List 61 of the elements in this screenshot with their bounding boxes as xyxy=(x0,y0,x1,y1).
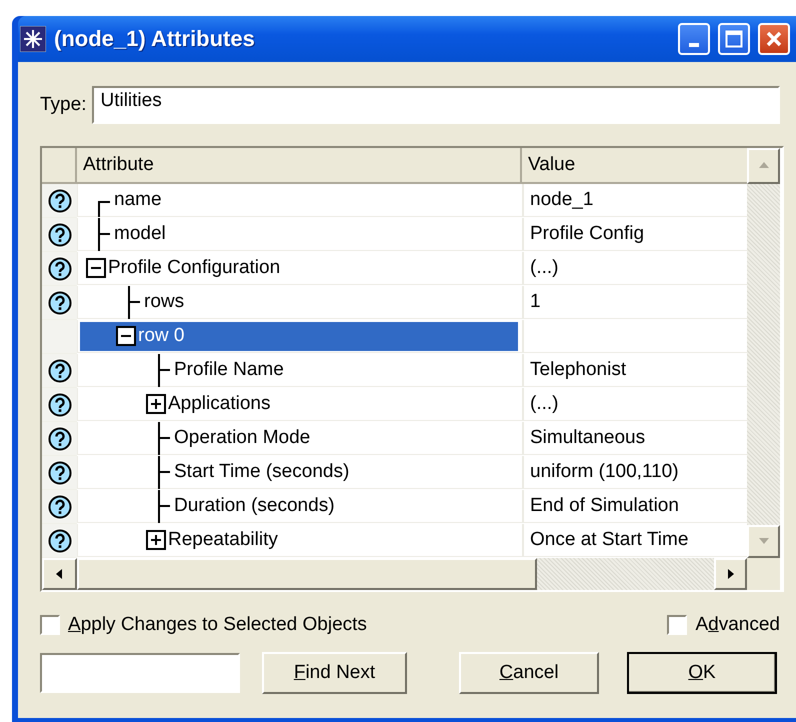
help-icon[interactable] xyxy=(48,426,72,450)
help-icon[interactable] xyxy=(48,188,72,212)
help-icon[interactable] xyxy=(48,528,72,552)
attribute-name: row 0 xyxy=(138,325,184,347)
attribute-name: Profile Configuration xyxy=(108,257,280,279)
help-icon[interactable] xyxy=(48,392,72,416)
checkbox[interactable]: Apply Changes to Selected Objects xyxy=(40,614,367,636)
help-icon[interactable] xyxy=(48,256,72,280)
attribute-name: rows xyxy=(144,291,184,313)
type-field[interactable]: Utilities xyxy=(92,86,780,124)
scroll-up-button[interactable] xyxy=(747,148,780,184)
value-cell[interactable]: node_1 xyxy=(522,184,747,217)
scrollbar-corner xyxy=(747,558,780,590)
collapse-icon[interactable] xyxy=(116,326,136,346)
attribute-name: Repeatability xyxy=(168,529,278,551)
value-cell[interactable]: 1 xyxy=(522,286,747,319)
value-cell[interactable] xyxy=(522,320,747,353)
dialog-button[interactable]: OK xyxy=(627,652,777,694)
attribute-name: Duration (seconds) xyxy=(174,495,335,517)
app-icon xyxy=(20,26,46,52)
type-label: Type: xyxy=(40,94,86,116)
help-icon[interactable] xyxy=(48,222,72,246)
value-cell[interactable]: End of Simulation xyxy=(522,490,747,523)
window-title: (node_1) Attributes xyxy=(54,26,256,52)
maximize-button[interactable] xyxy=(718,23,750,55)
attribute-name: Start Time (seconds) xyxy=(174,461,350,483)
scroll-down-button[interactable] xyxy=(747,525,780,558)
value-cell[interactable]: (...) xyxy=(522,252,747,285)
scroll-right-button[interactable] xyxy=(714,558,747,590)
attribute-name: Applications xyxy=(168,393,270,415)
attribute-name: name xyxy=(114,189,162,211)
column-header[interactable]: Value xyxy=(522,148,747,184)
scroll-left-button[interactable] xyxy=(42,558,77,590)
maximize-icon xyxy=(725,30,743,48)
dialog-button[interactable]: Cancel xyxy=(459,652,599,694)
checkbox[interactable]: Advanced xyxy=(667,614,780,636)
value-cell[interactable]: Simultaneous xyxy=(522,422,747,455)
selected-row-highlight[interactable]: row 0 xyxy=(80,322,518,350)
value-cell[interactable]: Profile Config xyxy=(522,218,747,251)
close-button[interactable] xyxy=(758,23,790,55)
minimize-button[interactable] xyxy=(678,23,710,55)
column-header[interactable]: Attribute xyxy=(77,148,522,184)
close-icon xyxy=(766,31,782,47)
minimize-icon xyxy=(689,43,699,47)
expand-icon[interactable] xyxy=(146,530,166,550)
help-icon[interactable] xyxy=(48,494,72,518)
attribute-name: Operation Mode xyxy=(174,427,310,449)
attribute-name: Profile Name xyxy=(174,359,284,381)
collapse-icon[interactable] xyxy=(86,258,106,278)
find-field[interactable] xyxy=(40,653,240,693)
help-icon[interactable] xyxy=(48,290,72,314)
value-cell[interactable]: (...) xyxy=(522,388,747,421)
scrollbar-thumb[interactable] xyxy=(77,558,537,590)
expand-icon[interactable] xyxy=(146,394,166,414)
help-icon[interactable] xyxy=(48,358,72,382)
attribute-name: model xyxy=(114,223,166,245)
dialog-button[interactable]: Find Next xyxy=(262,652,407,694)
column-header xyxy=(42,148,77,184)
value-cell[interactable]: uniform (100,110) xyxy=(522,456,747,489)
value-cell[interactable]: Telephonist xyxy=(522,354,747,387)
help-icon[interactable] xyxy=(48,460,72,484)
